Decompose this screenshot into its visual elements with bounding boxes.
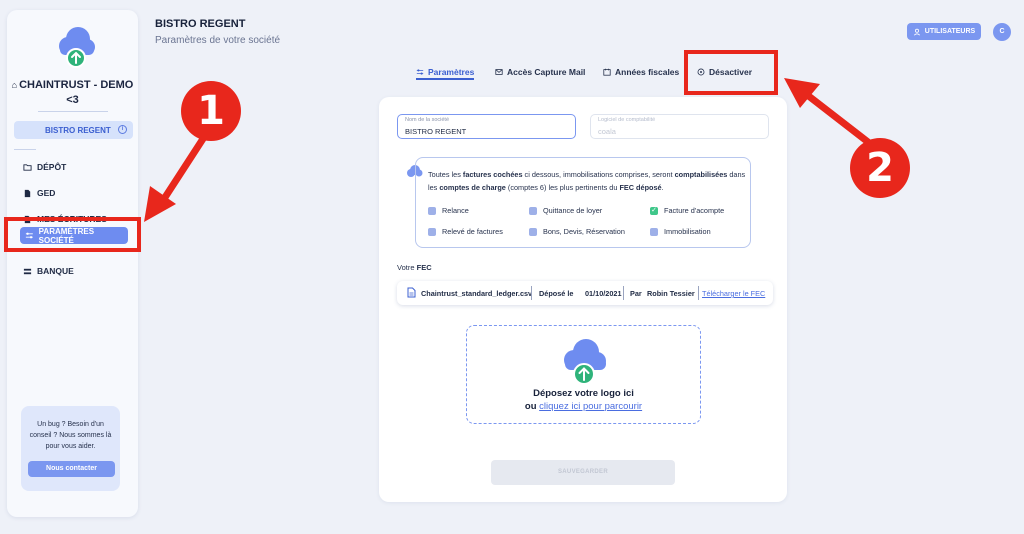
fec-section-label: Votre FEC [397, 263, 432, 272]
sliders-icon [416, 69, 424, 75]
divider [623, 286, 624, 300]
fec-file-row: Chaintrust_standard_ledger.csv Déposé le… [397, 281, 773, 305]
checkbox-label: Relance [442, 206, 469, 215]
home-icon: ⌂ [11, 80, 18, 90]
checkbox-label: Bons, Devis, Réservation [543, 227, 625, 236]
page-title: BISTRO REGENT [155, 18, 246, 30]
accounting-software-value: coala [598, 127, 616, 136]
checkbox-relance[interactable]: Relance [428, 206, 469, 215]
dropzone-subtitle: ou cliquez ici pour parcourir [524, 401, 643, 412]
organization-name-suffix: <3 [66, 94, 79, 106]
accounting-software-label: Logiciel de comptabilité [598, 117, 656, 123]
fec-deposited-date: 01/10/2021 [585, 289, 622, 298]
tab-acces-capture-mail[interactable]: Accès Capture Mail [495, 67, 585, 77]
tab-label: Paramètres [428, 67, 475, 77]
fec-deposited-label: Déposé le [539, 289, 574, 298]
divider [698, 286, 699, 300]
organization-name[interactable]: ⌂ CHAINTRUST - DEMO <3 [7, 78, 138, 108]
users-button[interactable]: UTILISATEURS [907, 23, 981, 40]
save-button[interactable]: SAUVEGARDER [491, 460, 675, 485]
annotation-box-2 [684, 50, 778, 95]
users-button-label: UTILISATEURS [924, 28, 976, 35]
sidebar-item-depot[interactable]: DÉPÔT [23, 160, 66, 174]
help-box: Un bug ? Besoin d'un conseil ? Nous somm… [21, 406, 120, 491]
annotation-badge-1: 1 [181, 81, 241, 141]
tab-parametres[interactable]: Paramètres [416, 67, 474, 77]
page-subtitle: Paramètres de votre société [155, 35, 281, 46]
info-icon[interactable]: i [118, 125, 127, 134]
company-selector[interactable]: BISTRO REGENT i [14, 121, 133, 139]
cloud-upload-icon [564, 339, 606, 385]
fec-by-label: Par [630, 289, 642, 298]
fec-by-name: Robin Tessier [647, 289, 695, 298]
tab-label: Années fiscales [615, 67, 680, 77]
checkbox-label: Quittance de loyer [543, 206, 603, 215]
check-icon[interactable]: ✓ [650, 206, 658, 215]
sidebar-item-banque[interactable]: BANQUE [23, 264, 74, 278]
divider [38, 111, 108, 112]
annotation-badge-2: 2 [850, 138, 910, 198]
file-icon [407, 287, 416, 298]
sidebar: ⌂ CHAINTRUST - DEMO <3 BISTRO REGENT i DÉ… [7, 10, 138, 517]
checkbox-box[interactable] [428, 227, 436, 236]
checkbox-box[interactable] [529, 227, 537, 236]
settings-card: Nom de la société BISTRO REGENT Logiciel… [379, 97, 787, 502]
logo-dropzone[interactable]: Déposez votre logo ici ou cliquez ici po… [466, 325, 701, 424]
tab-label: Accès Capture Mail [507, 67, 586, 77]
checkbox-bons-devis-reservation[interactable]: Bons, Devis, Réservation [529, 227, 625, 236]
checkbox-immobilisation[interactable]: Immobilisation [650, 227, 711, 236]
tab-annees-fiscales[interactable]: Années fiscales [603, 67, 679, 77]
organization-name-label: CHAINTRUST - DEMO [19, 79, 134, 91]
user-icon [913, 28, 920, 35]
checkbox-releve-de-factures[interactable]: Relevé de factures [428, 227, 503, 236]
checkbox-box[interactable] [529, 206, 537, 215]
checkbox-label: Facture d'acompte [664, 206, 725, 215]
accounting-software-field[interactable]: Logiciel de comptabilité coala [590, 114, 769, 139]
contact-button[interactable]: Nous contacter [28, 461, 115, 477]
sidebar-item-label: DÉPÔT [37, 162, 67, 172]
dropzone-title: Déposez votre logo ici [533, 388, 634, 399]
sidebar-item-label: GED [37, 188, 56, 198]
annotation-box-1 [4, 217, 141, 252]
sidebar-item-label: BANQUE [37, 266, 74, 276]
mail-icon [495, 69, 503, 75]
checkbox-box[interactable] [650, 227, 658, 236]
sidebar-item-ged[interactable]: GED [23, 186, 55, 200]
divider [531, 286, 532, 300]
bank-icon [23, 268, 32, 274]
company-name-field[interactable]: Nom de la société BISTRO REGENT [397, 114, 576, 139]
checkbox-box[interactable] [428, 206, 436, 215]
divider [14, 149, 36, 150]
browse-link[interactable]: cliquez ici pour parcourir [539, 401, 642, 412]
calendar-icon [603, 68, 611, 76]
info-text: Toutes les factures cochées ci dessous, … [428, 170, 746, 192]
checkbox-quittance-de-loyer[interactable]: Quittance de loyer [529, 206, 602, 215]
avatar[interactable]: C [993, 23, 1011, 41]
folder-upload-icon [23, 163, 32, 171]
info-box: Toutes les factures cochées ci dessous, … [415, 157, 751, 248]
cloud-upload-logo-icon [59, 27, 95, 68]
active-tab-indicator [416, 78, 474, 80]
checkbox-label: Immobilisation [664, 227, 711, 236]
company-selector-label: BISTRO REGENT [45, 126, 111, 135]
checkbox-label: Relevé de factures [442, 227, 503, 236]
company-name-value: BISTRO REGENT [405, 127, 467, 136]
document-icon [24, 189, 31, 197]
help-text: Un bug ? Besoin d'un conseil ? Nous somm… [29, 421, 112, 450]
fec-filename: Chaintrust_standard_ledger.csv [421, 289, 533, 298]
checkbox-facture-d-acompte[interactable]: ✓ Facture d'acompte [650, 206, 724, 215]
company-name-label: Nom de la société [405, 117, 450, 123]
download-fec-link[interactable]: Télécharger le FEC [702, 289, 765, 298]
